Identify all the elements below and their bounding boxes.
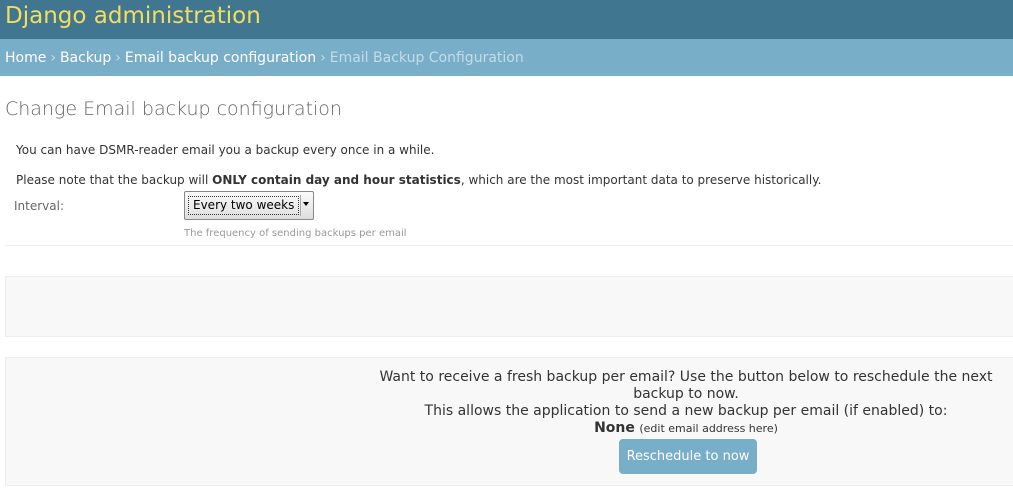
site-header: Django administration xyxy=(0,0,1013,39)
reschedule-line-1: Want to receive a fresh backup per email… xyxy=(379,369,993,402)
site-title[interactable]: Django administration xyxy=(5,5,261,28)
edit-email-paren-close: ) xyxy=(773,422,778,435)
breadcrumb-home[interactable]: Home xyxy=(5,50,46,66)
breadcrumb-backup[interactable]: Backup xyxy=(60,50,111,66)
intro-note-paragraph: Please note that the backup will ONLY co… xyxy=(5,173,1013,187)
breadcrumb-separator: › xyxy=(320,49,326,66)
main-content: Change Email backup configuration You ca… xyxy=(0,97,1013,486)
breadcrumb-current: Email Backup Configuration xyxy=(329,49,524,66)
interval-label: Interval: xyxy=(14,199,64,213)
email-address-value: None xyxy=(594,420,635,436)
reschedule-text: Want to receive a fresh backup per email… xyxy=(6,369,1006,437)
interval-form-row: Interval: Every two weeks The frequency … xyxy=(5,187,1013,246)
intro-paragraph: You can have DSMR-reader email you a bac… xyxy=(16,143,435,157)
intro-note-after: , which are the most important data to p… xyxy=(460,173,822,187)
interval-selected-value: Every two weeks xyxy=(188,196,300,215)
intro-note-bold: ONLY contain day and hour statistics xyxy=(212,173,461,187)
reschedule-line-2: This allows the application to send a ne… xyxy=(424,403,948,419)
interval-help-text: The frequency of sending backups per ema… xyxy=(184,228,407,239)
submit-row-panel xyxy=(5,276,1013,337)
reschedule-button[interactable]: Reschedule to now xyxy=(619,439,757,474)
interval-select[interactable]: Every two weeks xyxy=(184,191,314,220)
reschedule-email-line: None (edit email address here) xyxy=(366,420,1006,437)
breadcrumb-separator: › xyxy=(50,49,56,66)
edit-email-link[interactable]: edit email address here xyxy=(644,422,774,435)
page-title: Change Email backup configuration xyxy=(5,98,342,120)
chevron-down-icon xyxy=(303,202,309,206)
breadcrumb-separator: › xyxy=(115,49,121,66)
intro-note-before: Please note that the backup will xyxy=(16,173,213,187)
breadcrumb: Home › Backup › Email backup configurati… xyxy=(0,39,1013,76)
select-divider xyxy=(300,195,301,216)
breadcrumb-email-backup-configuration[interactable]: Email backup configuration xyxy=(125,50,316,66)
reschedule-panel: Want to receive a fresh backup per email… xyxy=(5,357,1013,486)
